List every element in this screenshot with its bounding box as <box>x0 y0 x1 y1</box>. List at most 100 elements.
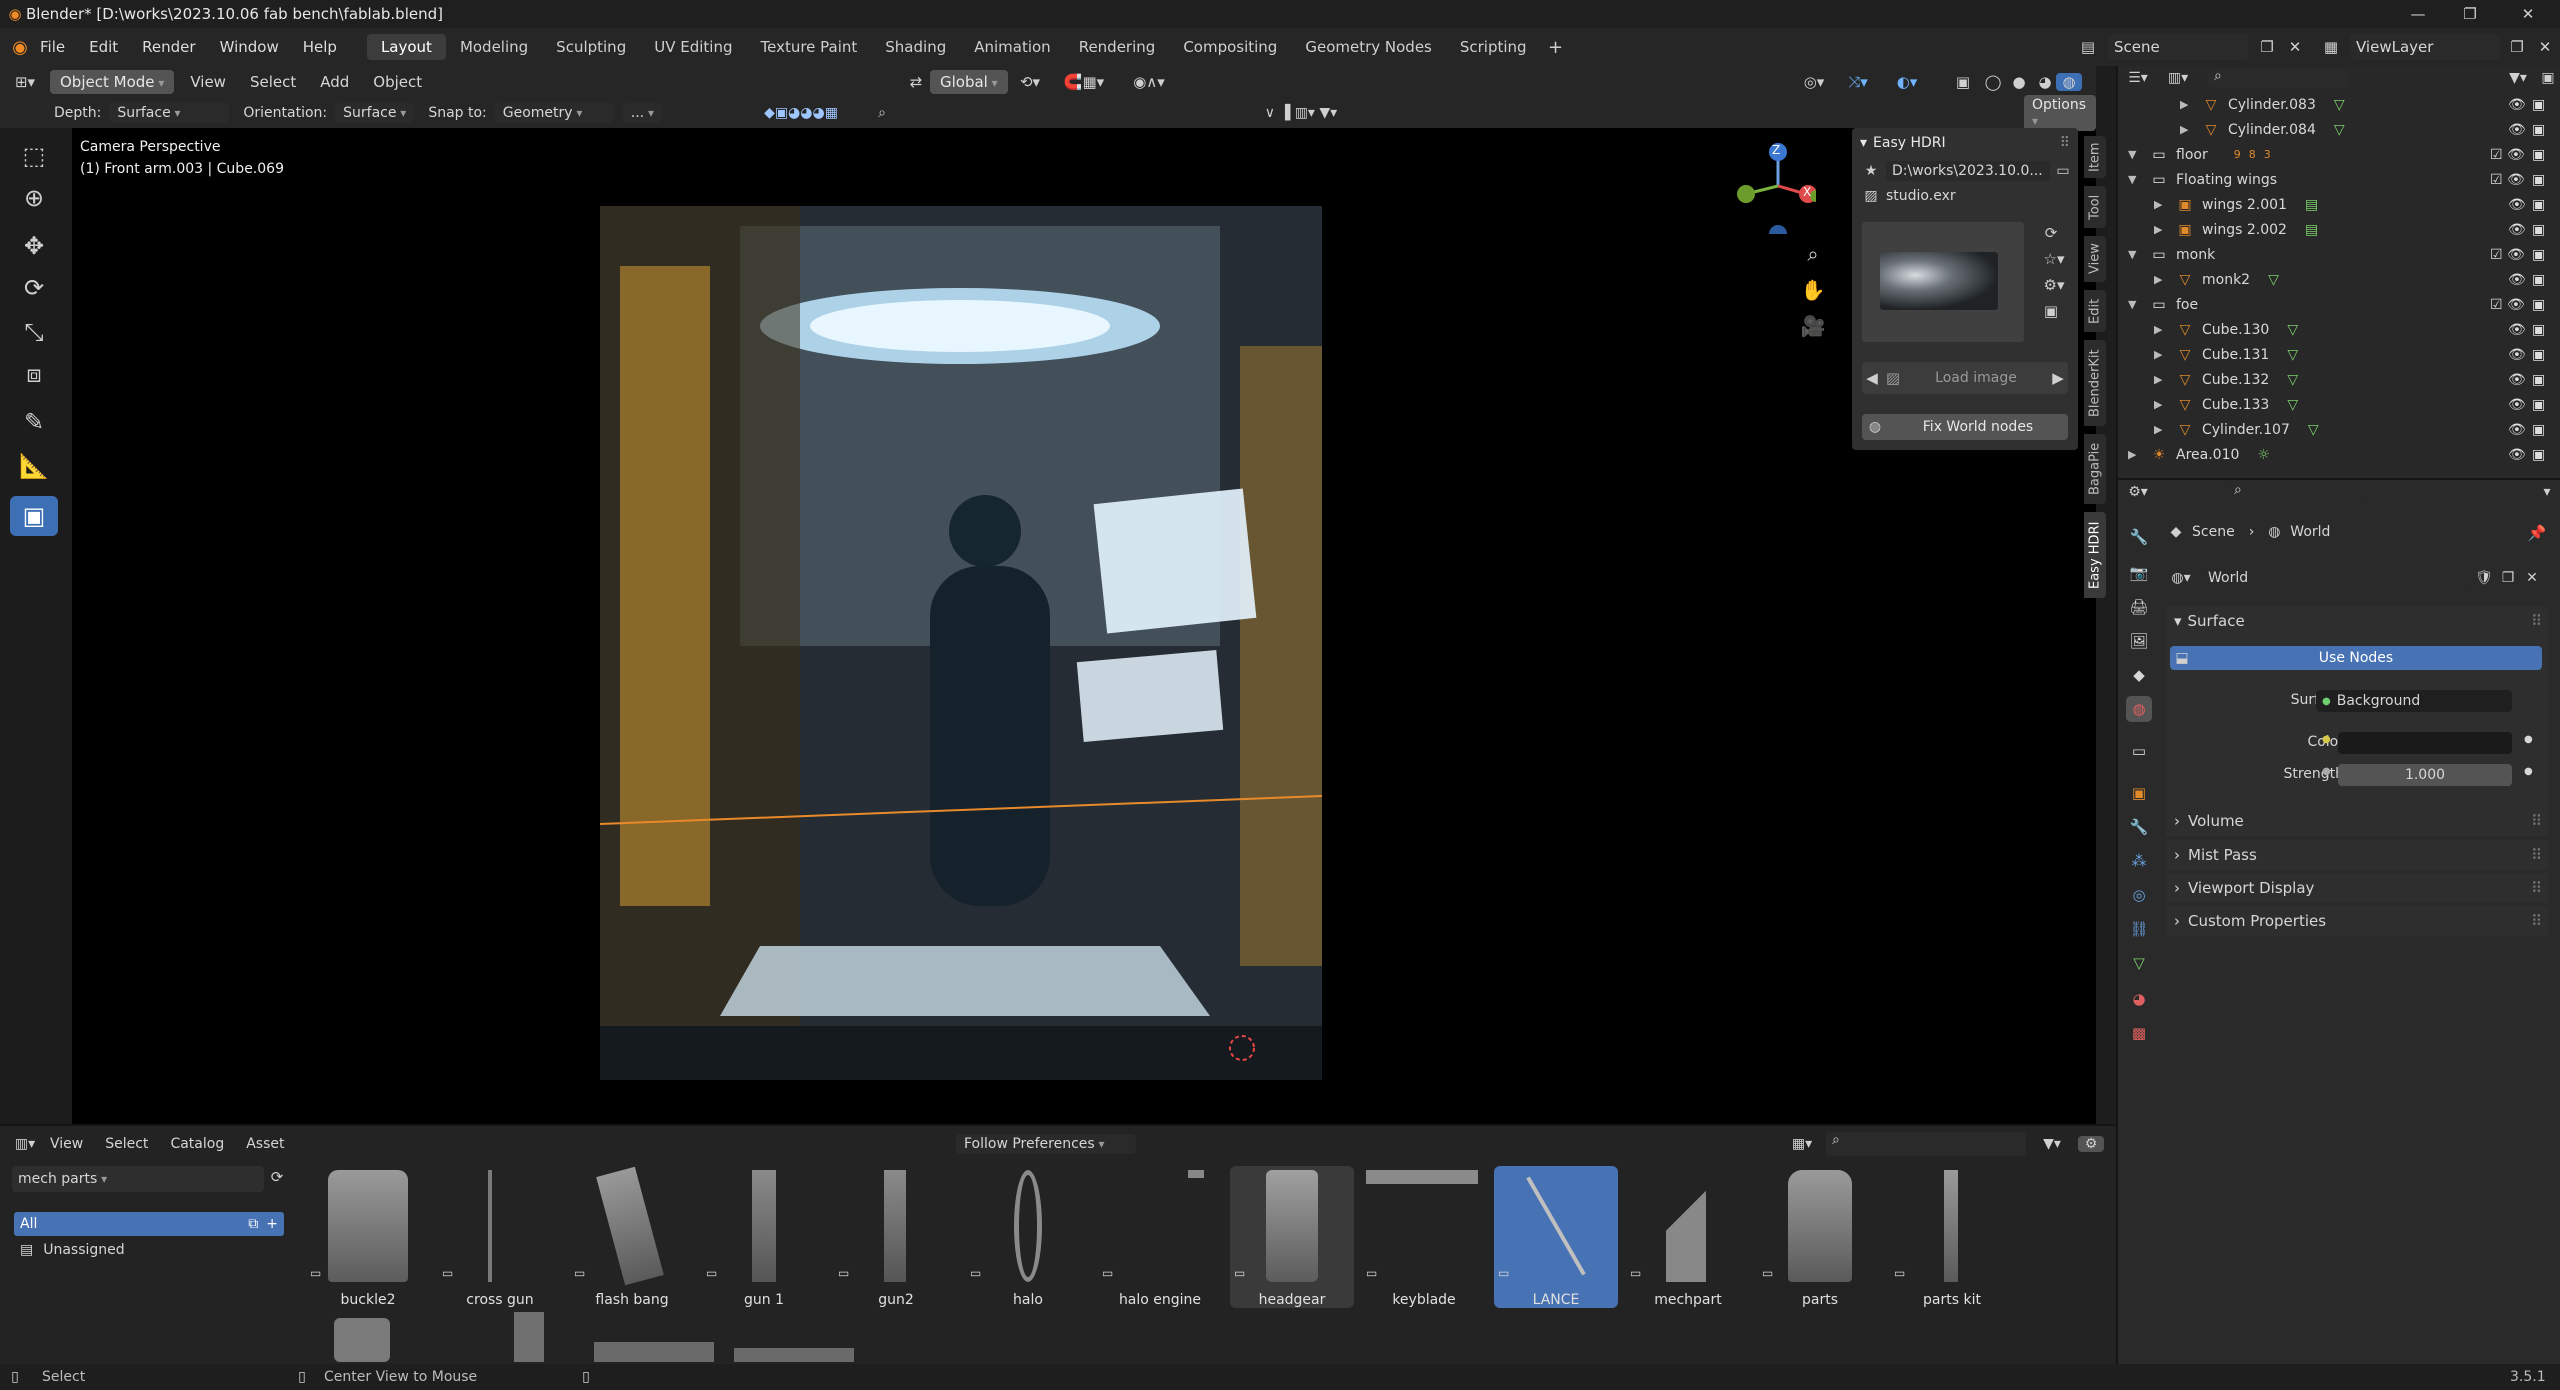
drag-handle-icon[interactable]: ⠿ <box>2060 135 2070 151</box>
hdri-path-field[interactable]: D:\works\2023.10.0... <box>1886 161 2050 181</box>
data-badge-icon[interactable]: ▤ <box>2305 222 2318 238</box>
add-workspace-icon[interactable]: + <box>1541 37 1571 58</box>
render-toggle-icon[interactable]: ▣ <box>2532 397 2545 413</box>
asset-item[interactable]: ▭ keyblade <box>1362 1166 1486 1308</box>
cursor-icon[interactable]: ⊕ <box>10 178 58 218</box>
outliner-type-icon[interactable]: ☰▾ <box>2118 70 2158 86</box>
expand-toggle-icon[interactable]: ▶ <box>2180 123 2194 136</box>
new-collection-icon[interactable]: ▣ <box>2536 70 2560 86</box>
next-icon[interactable]: ▶ <box>2048 369 2068 387</box>
data-badge-icon[interactable]: ☼ <box>2257 447 2270 463</box>
render-toggle-icon[interactable]: ▣ <box>2532 247 2545 263</box>
blenderkit-filter-icons[interactable]: ◆▣◕◕◕▦ <box>716 105 886 121</box>
output-tab-icon[interactable]: 🖨 <box>2126 594 2152 620</box>
transform-icon[interactable]: ⧈ <box>10 354 58 394</box>
outliner-search[interactable]: ⌕ <box>2208 68 2348 88</box>
exclude-checkbox-icon[interactable]: ☑ 👁 <box>2490 247 2525 263</box>
outliner-row[interactable]: ▶ ▽ Cylinder.107 ▽ 👁 ▣ <box>2118 417 2560 442</box>
proportional-edit-icon[interactable]: ◉∧▾ <box>1124 73 1174 91</box>
hdri-preview[interactable] <box>1862 222 2024 342</box>
render-toggle-icon[interactable]: ▣ <box>2532 197 2545 213</box>
visibility-eye-icon[interactable]: 👁 <box>2508 447 2526 463</box>
tab-scripting[interactable]: Scripting <box>1446 34 1541 60</box>
outliner-row[interactable]: ▼ ▭ foe ☑ 👁 ▣ <box>2118 292 2560 317</box>
tab-easy-hdri[interactable]: Easy HDRI <box>2084 512 2106 598</box>
surface-section-title[interactable]: Surface <box>2188 612 2245 630</box>
asset-item[interactable]: ▭ gun2 <box>834 1166 958 1308</box>
collection-tab-icon[interactable]: ▭ <box>2126 738 2152 764</box>
render-preview-icon[interactable]: ▣ <box>2036 302 2066 320</box>
navigation-gizmo[interactable]: Z X <box>1726 134 1822 243</box>
asset-item[interactable]: ▭ halo engine <box>1098 1166 1222 1308</box>
properties-type-icon[interactable]: ⚙▾ <box>2118 484 2158 500</box>
asset-item[interactable]: ▭ parts <box>1758 1166 1882 1308</box>
outliner-row[interactable]: ▶ ▣ wings 2.001 ▤ 👁 ▣ <box>2118 192 2560 217</box>
volume-drag-handle-icon[interactable]: ⠿ <box>2531 812 2542 830</box>
add-cube-icon[interactable]: ▣ <box>10 496 58 536</box>
outliner-row[interactable]: ▶ ▽ monk2 ▽ 👁 ▣ <box>2118 267 2560 292</box>
asset-item[interactable]: ▭ gun 1 <box>702 1166 826 1308</box>
data-badge-icon[interactable]: ▽ <box>2287 347 2298 363</box>
physics-tab-icon[interactable]: ◎ <box>2126 882 2152 908</box>
shading-wire-icon[interactable]: ◯ <box>1980 73 2006 91</box>
surface-drag-handle-icon[interactable]: ⠿ <box>2531 612 2542 630</box>
outliner-row[interactable]: ▶ ▽ Cube.133 ▽ 👁 ▣ <box>2118 392 2560 417</box>
remove-viewlayer-icon[interactable]: ✕ <box>2532 38 2558 56</box>
collapse-toggle-icon[interactable]: ▶ <box>2128 448 2142 461</box>
render-toggle-icon[interactable]: ▣ <box>2532 97 2545 113</box>
surface-collapse-icon[interactable]: ▾ <box>2174 612 2182 630</box>
catalog-all[interactable]: All ⧉ + <box>14 1212 284 1236</box>
render-toggle-icon[interactable]: ▣ <box>2532 422 2545 438</box>
scene-field[interactable]: Scene <box>2108 34 2248 60</box>
constraints-tab-icon[interactable]: ⛓ <box>2126 916 2152 942</box>
blender-menu-icon[interactable]: ◉ <box>0 37 40 58</box>
color-swatch[interactable] <box>2338 732 2512 754</box>
outliner-row[interactable]: ▶ ▽ Cube.131 ▽ 👁 ▣ <box>2118 342 2560 367</box>
data-badge-icon[interactable]: ▽ <box>2287 372 2298 388</box>
collapse-toggle-icon[interactable]: ▼ <box>2128 148 2142 161</box>
visibility-eye-icon[interactable]: 👁 <box>2508 422 2526 438</box>
visibility-eye-icon[interactable]: 👁 <box>2508 347 2526 363</box>
asset-menu-view[interactable]: View <box>50 1136 83 1152</box>
fix-world-nodes-button[interactable]: ◍ Fix World nodes <box>1862 414 2068 440</box>
pan-hand-icon[interactable]: ✋ <box>1798 278 1828 302</box>
expand-toggle-icon[interactable]: ▶ <box>2154 423 2168 436</box>
tab-item[interactable]: Item <box>2084 136 2106 178</box>
asset-item[interactable]: ▭ LANCE <box>1494 1166 1618 1308</box>
folder-icon[interactable]: ▭ <box>2050 163 2076 179</box>
tab-geometry-nodes[interactable]: Geometry Nodes <box>1291 34 1446 60</box>
menu-object[interactable]: Object <box>373 73 422 91</box>
custom-properties-section[interactable]: › Custom Properties ⠿ <box>2166 906 2548 936</box>
move-icon[interactable]: ✥ <box>10 226 58 266</box>
asset-menu-catalog[interactable]: Catalog <box>170 1136 224 1152</box>
shading-solid-icon[interactable]: ● <box>2006 73 2032 91</box>
use-nodes-button[interactable]: ⬓ Use Nodes <box>2170 646 2542 670</box>
viewport-display-drag-handle-icon[interactable]: ⠿ <box>2531 879 2542 897</box>
visibility-eye-icon[interactable]: 👁 <box>2508 222 2526 238</box>
color-keyframe-icon[interactable]: ● <box>2524 734 2533 745</box>
header-tools-icons[interactable]: ∨ ▐ ▥▾ ▼▾ <box>1236 105 1366 121</box>
outliner-filter-icon[interactable]: ▼▾ <box>2500 70 2536 86</box>
render-toggle-icon[interactable]: ▣ <box>2532 347 2545 363</box>
visibility-eye-icon[interactable]: 👁 <box>2508 372 2526 388</box>
tab-blenderkit[interactable]: BlenderKit <box>2084 340 2106 426</box>
expand-toggle-icon[interactable]: ▶ <box>2154 398 2168 411</box>
display-mode-icon[interactable]: ▥▾ <box>2158 70 2198 86</box>
snap-icon[interactable]: 🧲▦▾ <box>1054 73 1114 91</box>
render-tab-icon[interactable]: 📷 <box>2126 560 2152 586</box>
tab-shading[interactable]: Shading <box>871 34 960 60</box>
expand-toggle-icon[interactable]: ▶ <box>2154 323 2168 336</box>
maximize-icon[interactable]: ❐ <box>2450 5 2490 23</box>
shading-rendered-icon[interactable]: ◍ <box>2056 73 2082 91</box>
data-badge-icon[interactable]: ▽ <box>2268 272 2279 288</box>
mist-pass-section[interactable]: › Mist Pass ⠿ <box>2166 840 2548 870</box>
gizmo-toggle-icon[interactable]: ⤨▾ <box>1838 73 1878 91</box>
outliner-row[interactable]: ▼ ▭ Floating wings ☑ 👁 ▣ <box>2118 167 2560 192</box>
world-tab-icon[interactable]: ◍ <box>2126 696 2152 722</box>
visibility-eye-icon[interactable]: 👁 <box>2508 122 2526 138</box>
new-scene-icon[interactable]: ❐ <box>2254 38 2280 56</box>
material-tab-icon[interactable]: ◕ <box>2126 986 2152 1012</box>
render-toggle-icon[interactable]: ▣ <box>2532 322 2545 338</box>
pivot-icon[interactable]: ⟲▾ <box>1010 73 1050 91</box>
xray-icon[interactable]: ▣ <box>1950 73 1976 91</box>
